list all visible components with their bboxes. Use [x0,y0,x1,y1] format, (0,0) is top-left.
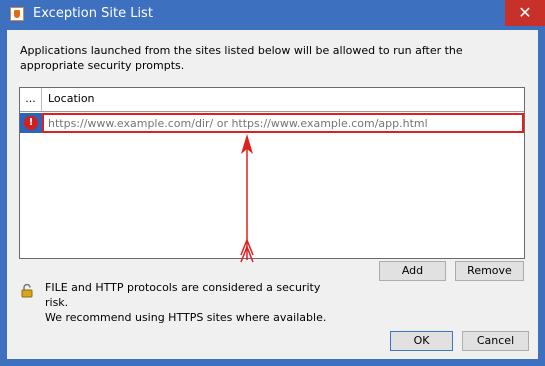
window-title: Exception Site List [33,6,153,21]
dialog-body: Applications launched from the sites lis… [7,30,538,359]
java-icon [10,7,24,21]
add-button[interactable]: Add [379,261,446,281]
unlocked-padlock-icon [21,284,33,298]
warning-line-1: FILE and HTTP protocols are considered a… [45,281,321,309]
warning-text: FILE and HTTP protocols are considered a… [45,280,341,325]
exception-site-list-window: Exception Site List ✕ Applications launc… [0,0,545,366]
ok-button[interactable]: OK [390,331,453,351]
warning-line-2: We recommend using HTTPS sites where ava… [45,311,327,324]
cancel-button[interactable]: Cancel [462,331,529,351]
title-bar: Exception Site List ✕ [0,0,545,30]
close-button[interactable]: ✕ [505,0,545,26]
remove-button[interactable]: Remove [455,261,524,281]
